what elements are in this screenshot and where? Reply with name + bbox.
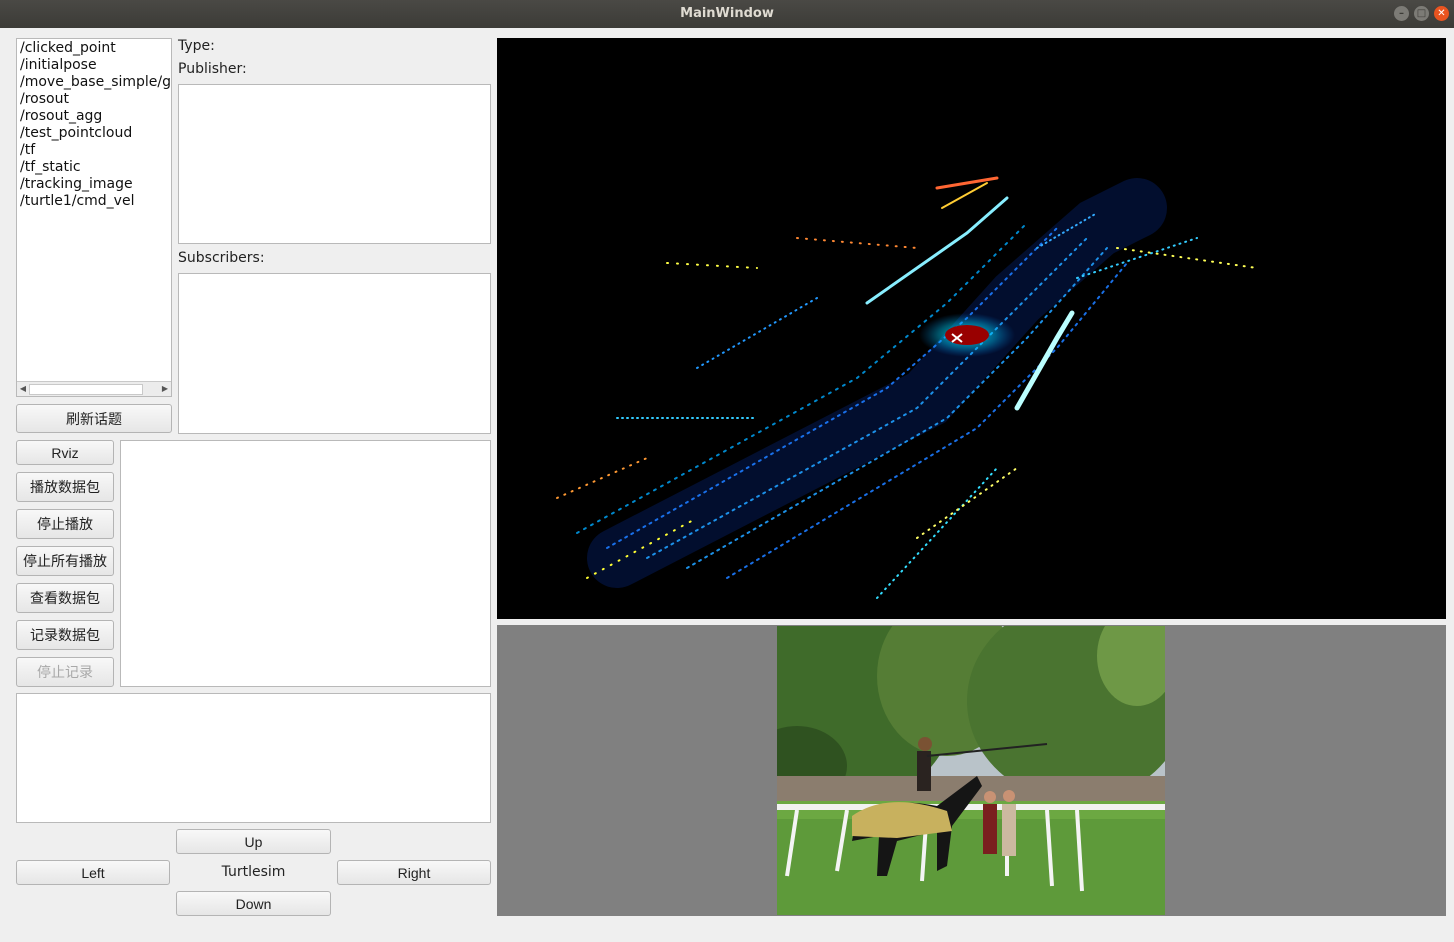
horizontal-scrollbar[interactable]: ◀ ▶ — [17, 381, 171, 396]
tracking-image — [777, 626, 1165, 915]
scrollbar-thumb[interactable] — [29, 384, 143, 395]
left-button[interactable]: Left — [16, 860, 170, 885]
title-bar: MainWindow – □ ✕ — [0, 0, 1454, 28]
main-window: MainWindow – □ ✕ /clicked_point /initial… — [0, 0, 1454, 942]
publisher-list[interactable] — [178, 84, 491, 244]
up-button[interactable]: Up — [176, 829, 331, 854]
topic-item[interactable]: /tracking_image — [17, 176, 171, 193]
topic-item[interactable]: /tf — [17, 142, 171, 159]
scroll-left-icon[interactable]: ◀ — [17, 382, 29, 396]
subscribers-label: Subscribers: — [178, 250, 265, 266]
right-button[interactable]: Right — [337, 860, 491, 885]
maximize-icon[interactable]: □ — [1414, 6, 1429, 21]
stop-all-play-button[interactable]: 停止所有播放 — [16, 546, 114, 576]
stop-record-button: 停止记录 — [16, 657, 114, 687]
topic-item[interactable]: /test_pointcloud — [17, 125, 171, 142]
topic-item[interactable]: /move_base_simple/goal — [17, 74, 171, 91]
refresh-topics-button[interactable]: 刷新话题 — [16, 404, 172, 433]
topic-item[interactable]: /turtle1/cmd_vel — [17, 193, 171, 210]
topic-item[interactable]: /tf_static — [17, 159, 171, 176]
view-bag-button[interactable]: 查看数据包 — [16, 583, 114, 613]
topic-item[interactable]: /clicked_point — [17, 40, 171, 57]
output-panel[interactable] — [120, 440, 491, 687]
topic-item[interactable]: /rosout_agg — [17, 108, 171, 125]
subscribers-list[interactable] — [178, 273, 491, 434]
record-bag-button[interactable]: 记录数据包 — [16, 620, 114, 650]
type-label: Type: — [178, 38, 215, 54]
play-bag-button[interactable]: 播放数据包 — [16, 472, 114, 502]
log-panel[interactable] — [16, 693, 491, 823]
window-title: MainWindow — [680, 6, 774, 21]
publisher-label: Publisher: — [178, 61, 247, 77]
scroll-right-icon[interactable]: ▶ — [159, 382, 171, 396]
topic-item[interactable]: /initialpose — [17, 57, 171, 74]
image-view[interactable] — [497, 625, 1446, 916]
minimize-icon[interactable]: – — [1394, 6, 1409, 21]
topic-list[interactable]: /clicked_point /initialpose /move_base_s… — [16, 38, 172, 397]
stop-play-button[interactable]: 停止播放 — [16, 509, 114, 539]
close-icon[interactable]: ✕ — [1434, 6, 1449, 21]
rviz-button[interactable]: Rviz — [16, 440, 114, 465]
topic-item[interactable]: /rosout — [17, 91, 171, 108]
down-button[interactable]: Down — [176, 891, 331, 916]
pointcloud-image — [556, 176, 1258, 599]
pointcloud-view[interactable] — [497, 38, 1446, 619]
turtlesim-label: Turtlesim — [221, 864, 286, 880]
